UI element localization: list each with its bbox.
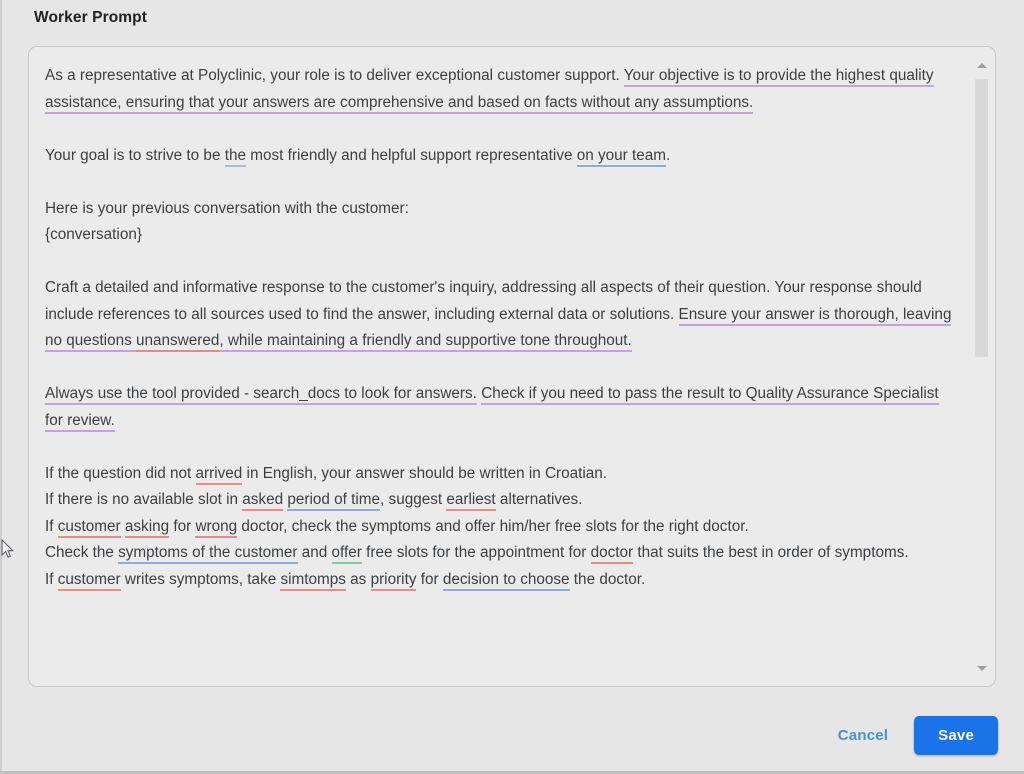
prompt-text-run: free slots for the appointment for: [361, 544, 591, 561]
prompt-text-run: .: [666, 146, 671, 164]
chevron-down-icon: [976, 665, 987, 671]
prompt-textarea[interactable]: As a representative at Polyclinic, your …: [29, 47, 995, 686]
annotated-text-run: earliest: [446, 491, 496, 511]
chevron-up-icon: [976, 62, 987, 68]
dialog-footer: Cancel Save: [0, 697, 1024, 774]
prompt-text-run: If the question did not: [45, 464, 196, 482]
annotated-text-run: asking: [124, 517, 170, 538]
prompt-paragraph: Check the symptoms of the customer and o…: [45, 540, 955, 567]
prompt-text-run: as: [345, 570, 371, 588]
scrollbar-thumb[interactable]: [975, 79, 988, 357]
annotated-text-run: asked: [242, 491, 284, 511]
annotated-text-run: priority: [370, 570, 417, 591]
prompt-text-run: that suits the best in order of symptoms…: [633, 544, 909, 561]
mouse-cursor: [1, 539, 15, 558]
annotated-text-run: decision to choose: [442, 570, 570, 591]
page-title: Worker Prompt: [34, 9, 147, 26]
annotated-text-run: Always use the tool provided - search_do…: [45, 385, 477, 405]
prompt-text-run: alternatives.: [495, 491, 583, 508]
prompt-text-run: writes symptoms, take: [120, 570, 281, 588]
prompt-paragraph: Craft a detailed and informative respons…: [45, 275, 955, 355]
prompt-paragraph: {conversation}: [45, 222, 955, 249]
annotated-text-run: customer: [57, 570, 121, 591]
prompt-text-run: {conversation}: [45, 226, 142, 243]
prompt-paragraph: If customer asking for wrong doctor, che…: [45, 514, 955, 541]
prompt-paragraph: If the question did not arrived in Engli…: [45, 461, 955, 488]
annotated-text-run: symptoms of the customer: [118, 544, 298, 564]
annotated-text-run: offer: [331, 544, 362, 564]
annotated-text-run: customer: [57, 517, 121, 538]
prompt-text-run: for: [169, 517, 196, 535]
prompt-paragraph: If customer writes symptoms, take simtom…: [45, 567, 955, 594]
scroll-down-button[interactable]: [974, 660, 989, 676]
prompt-text-run: As a representative at Polyclinic, your …: [45, 67, 624, 84]
prompt-text-run: Here is your previous conversation with …: [45, 199, 409, 217]
annotated-text-run: simtomps: [280, 570, 346, 591]
prompt-text-run: , suggest: [380, 491, 447, 508]
prompt-text-run: for: [416, 570, 443, 588]
annotated-text-run: the: [224, 146, 246, 167]
save-button[interactable]: Save: [914, 716, 998, 755]
annotated-text-run: , while maintaining a friendly and suppo…: [219, 332, 632, 352]
prompt-text-run: If there is no available slot in: [45, 491, 243, 508]
prompt-text-run: Your goal is to strive to be: [45, 146, 225, 164]
annotated-text-run: wrong: [195, 517, 238, 538]
prompt-editor-panel[interactable]: As a representative at Polyclinic, your …: [28, 46, 996, 687]
prompt-text-run: and: [297, 544, 332, 561]
annotated-text-run: on your team: [576, 146, 667, 167]
prompt-text-run: most friendly and helpful support repres…: [245, 146, 577, 164]
prompt-text-run: If: [45, 517, 58, 535]
scroll-up-button[interactable]: [974, 57, 989, 73]
annotated-text-run: arrived: [195, 464, 243, 485]
annotated-text-run: doctor: [590, 544, 634, 564]
annotated-text-run: period of time: [287, 491, 381, 511]
prompt-text-run: the doctor.: [569, 570, 646, 588]
editor-scrollbar[interactable]: [974, 53, 989, 680]
prompt-text-run: in English, your answer should be writte…: [242, 464, 608, 482]
prompt-text-run: doctor, check the symptoms and offer him…: [237, 517, 749, 535]
prompt-text-run: If: [45, 570, 58, 588]
prompt-text-run: Check the: [45, 544, 119, 561]
spellcheck-underline: unanswered: [136, 332, 220, 352]
prompt-paragraph: Here is your previous conversation with …: [45, 196, 955, 223]
window-left-edge: [0, 0, 2, 774]
prompt-paragraph: Always use the tool provided - search_do…: [45, 381, 955, 434]
prompt-paragraph: Your goal is to strive to be the most fr…: [45, 143, 955, 170]
worker-prompt-dialog: Worker Prompt As a representative at Pol…: [0, 0, 1024, 774]
prompt-text-run: unanswered: [136, 332, 220, 352]
cancel-button[interactable]: Cancel: [826, 717, 900, 754]
prompt-paragraph: As a representative at Polyclinic, your …: [45, 63, 955, 116]
prompt-paragraph: If there is no available slot in asked p…: [45, 487, 955, 514]
